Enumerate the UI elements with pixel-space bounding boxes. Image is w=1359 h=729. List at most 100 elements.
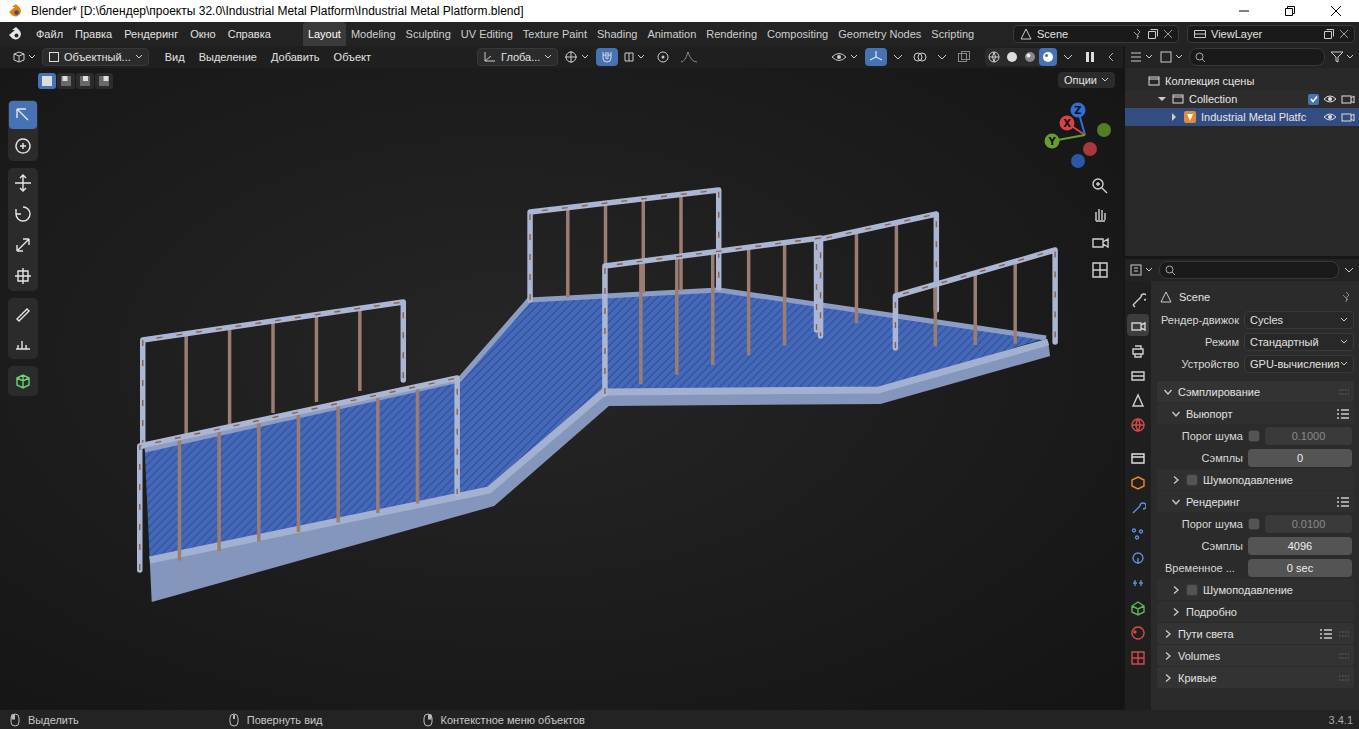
- workspace-tab[interactable]: Rendering: [701, 22, 762, 46]
- panel-header[interactable]: Рендеринг: [1157, 491, 1354, 512]
- mode-dropdown[interactable]: Объектный...: [42, 48, 149, 66]
- panel-header[interactable]: Шумоподавление: [1157, 469, 1354, 490]
- minimize-button[interactable]: [1221, 0, 1267, 22]
- properties-tab[interactable]: [1127, 622, 1149, 644]
- workspace-tab[interactable]: Layout: [303, 22, 346, 46]
- navigation-button[interactable]: [1089, 203, 1111, 225]
- camera-icon[interactable]: [1341, 92, 1355, 106]
- tool-button[interactable]: [9, 299, 37, 327]
- number-field[interactable]: 0: [1248, 449, 1352, 467]
- field-dropdown[interactable]: Cycles: [1244, 311, 1354, 329]
- property-checkbox[interactable]: [1248, 430, 1260, 442]
- restore-button[interactable]: [1267, 0, 1313, 22]
- navigation-button[interactable]: [1089, 231, 1111, 253]
- navigation-button[interactable]: [1089, 175, 1111, 197]
- panel-checkbox[interactable]: [1186, 474, 1198, 486]
- falloff-icon[interactable]: [679, 49, 699, 65]
- editor-type-icon[interactable]: [1129, 263, 1155, 277]
- viewport-canvas[interactable]: Опции ZXY: [0, 68, 1123, 710]
- panel-header[interactable]: Кривые: [1157, 667, 1354, 688]
- new-scene-icon[interactable]: [1147, 28, 1159, 40]
- menu-item[interactable]: Рендеринг: [118, 26, 184, 42]
- tool-button[interactable]: [9, 231, 37, 259]
- gizmo-options-icon[interactable]: [892, 49, 904, 65]
- editor-type-icon[interactable]: [11, 49, 37, 65]
- panel-header[interactable]: Пути света: [1157, 623, 1354, 644]
- outliner-item[interactable]: Industrial Metal Platfc: [1125, 108, 1359, 126]
- menu-item[interactable]: Окно: [184, 26, 222, 42]
- disclosure-icon[interactable]: [1169, 112, 1179, 122]
- panel-header[interactable]: Выюпорт: [1157, 403, 1354, 424]
- workspace-tab[interactable]: Shading: [592, 22, 642, 46]
- properties-tab[interactable]: [1127, 547, 1149, 569]
- properties-tab[interactable]: [1127, 572, 1149, 594]
- presets-icon[interactable]: [1336, 496, 1350, 508]
- close-button[interactable]: [1313, 0, 1359, 22]
- blender-menu-icon[interactable]: [8, 26, 24, 42]
- eye-icon[interactable]: [1323, 110, 1337, 124]
- gizmo-axis[interactable]: Y: [1045, 123, 1112, 149]
- tool-button[interactable]: [9, 132, 37, 160]
- number-field[interactable]: 0.1000: [1265, 427, 1352, 445]
- tool-button[interactable]: [9, 330, 37, 358]
- xray-toggle[interactable]: [953, 48, 975, 66]
- workspace-tab[interactable]: UV Editing: [456, 22, 518, 46]
- options-dropdown[interactable]: Опции: [1058, 72, 1115, 88]
- visibility-icon[interactable]: [830, 49, 860, 65]
- properties-search[interactable]: [1159, 261, 1339, 279]
- panel-header[interactable]: Volumes: [1157, 645, 1354, 666]
- pin-icon[interactable]: [1340, 291, 1352, 303]
- navigation-gizmo[interactable]: ZXY: [1040, 90, 1123, 180]
- shading-button[interactable]: [1021, 48, 1039, 66]
- pivot-icon[interactable]: [563, 49, 591, 65]
- outliner-item[interactable]: Collection: [1125, 90, 1359, 108]
- pause-render-button[interactable]: [1079, 48, 1101, 66]
- select-mode-button[interactable]: [38, 73, 56, 89]
- workspace-tab[interactable]: Animation: [642, 22, 701, 46]
- snap-toggle[interactable]: [596, 48, 618, 66]
- workspace-tab[interactable]: Compositing: [762, 22, 833, 46]
- eye-icon[interactable]: [1323, 92, 1337, 106]
- pin-icon[interactable]: [1131, 28, 1143, 40]
- drag-handle-icon[interactable]: [1338, 388, 1350, 396]
- panel-header[interactable]: Шумоподавление: [1157, 579, 1354, 600]
- filter-icon[interactable]: [1329, 50, 1355, 64]
- properties-tab[interactable]: [1127, 522, 1149, 544]
- properties-tab[interactable]: [1127, 647, 1149, 669]
- exclude-checkbox[interactable]: [1308, 94, 1319, 105]
- number-field[interactable]: 0 sec: [1248, 559, 1352, 577]
- properties-tab[interactable]: [1127, 389, 1149, 411]
- shading-button[interactable]: [985, 48, 1003, 66]
- number-field[interactable]: 0.0100: [1265, 515, 1352, 533]
- tool-button[interactable]: [9, 169, 37, 197]
- drag-handle-icon[interactable]: [1338, 630, 1350, 638]
- workspace-tab[interactable]: Texture Paint: [518, 22, 592, 46]
- navigation-button[interactable]: [1089, 259, 1111, 281]
- panel-checkbox[interactable]: [1186, 584, 1198, 596]
- camera-icon[interactable]: [1341, 110, 1355, 124]
- disclosure-icon[interactable]: [1157, 94, 1167, 104]
- properties-tab[interactable]: [1127, 597, 1149, 619]
- drag-handle-icon[interactable]: [1338, 652, 1350, 660]
- tool-button[interactable]: [9, 101, 37, 129]
- snap-target-icon[interactable]: [623, 49, 647, 65]
- properties-tab[interactable]: [1127, 447, 1149, 469]
- orientation-dropdown[interactable]: Глоба...: [477, 48, 558, 66]
- view-layer-selector[interactable]: ViewLayer: [1187, 25, 1355, 43]
- properties-tab[interactable]: [1127, 289, 1149, 311]
- properties-tab[interactable]: [1127, 339, 1149, 361]
- options-arrow-icon[interactable]: [1343, 263, 1355, 277]
- property-checkbox[interactable]: [1248, 518, 1260, 530]
- display-mode-icon[interactable]: [1159, 50, 1185, 64]
- tool-button[interactable]: [9, 367, 37, 395]
- viewport-menu-item[interactable]: Выделение: [193, 49, 263, 65]
- select-mode-button[interactable]: [76, 73, 94, 89]
- shading-button[interactable]: [1003, 48, 1021, 66]
- panel-header[interactable]: Сэмплирование: [1157, 381, 1354, 402]
- workspace-tab[interactable]: Sculpting: [401, 22, 456, 46]
- sidebar-toggle-icon[interactable]: [1106, 49, 1116, 65]
- shading-button[interactable]: [1039, 48, 1057, 66]
- tool-button[interactable]: [9, 262, 37, 290]
- gizmos-toggle[interactable]: [865, 48, 887, 66]
- tool-button[interactable]: [9, 200, 37, 228]
